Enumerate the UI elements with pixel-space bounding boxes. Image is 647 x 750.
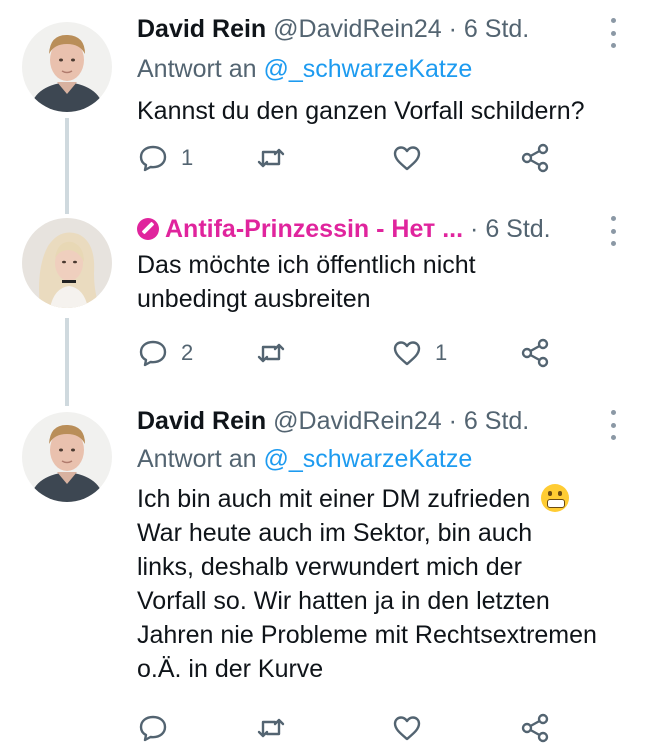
reply-icon [139, 715, 167, 742]
retweet-icon [257, 343, 285, 363]
timestamp[interactable]: 6 Std. [485, 215, 550, 243]
like-button[interactable] [391, 710, 435, 746]
heart-icon [393, 341, 421, 366]
avatar[interactable] [22, 22, 112, 112]
avatar[interactable] [22, 218, 112, 308]
reply-to-handle[interactable]: @_schwarzeKatze [263, 55, 472, 83]
share-button[interactable] [519, 335, 551, 371]
timestamp[interactable]: 6 Std. [464, 15, 529, 43]
reply-button[interactable] [137, 710, 181, 746]
tweet-text-line: Vorfall so. Wir hatten ja in den letzten [137, 587, 550, 615]
share-icon [521, 713, 549, 743]
separator-dot: · [470, 215, 479, 243]
action-bar: 1 [137, 140, 567, 176]
reply-count: 2 [181, 340, 194, 365]
tweet-header: David Rein @DavidRein24 · 6 Std. [137, 14, 617, 44]
timestamp[interactable]: 6 Std. [464, 407, 529, 435]
pencil-icon [137, 218, 159, 240]
reply-context: Antwort an @_schwarzeKatze [137, 444, 617, 474]
share-button[interactable] [519, 710, 551, 746]
share-icon [521, 338, 549, 368]
reply-button[interactable]: 1 [137, 140, 193, 176]
like-button[interactable] [391, 140, 435, 176]
retweet-button[interactable] [255, 140, 299, 176]
heart-icon [393, 146, 421, 171]
reply-context: Antwort an @_schwarzeKatze [137, 54, 617, 84]
retweet-button[interactable] [255, 710, 299, 746]
tweet-text-line: Jahren nie Probleme mit Rechtsextremen [137, 621, 597, 649]
display-name[interactable]: David Rein [137, 407, 266, 435]
reply-prefix: Antwort an [137, 445, 257, 473]
tweet-text-line: unbedingt ausbreiten [137, 285, 371, 313]
retweet-icon [257, 148, 285, 168]
reply-button[interactable]: 2 [137, 335, 193, 371]
heart-icon [393, 716, 421, 741]
retweet-button[interactable] [255, 335, 299, 371]
share-icon [521, 143, 549, 173]
tweet-header: David Rein @DavidRein24 · 6 Std. [137, 406, 617, 436]
tweet[interactable]: David Rein @DavidRein24 · 6 Std. Antwort… [0, 0, 647, 200]
tweet[interactable]: Antifa-Prinzessin - Нет ... · 6 Std. Das… [0, 200, 647, 398]
like-count: 1 [435, 340, 448, 365]
tweet-text-line: links, deshalb verwundert mich der [137, 553, 522, 581]
grimacing-face-emoji [541, 484, 570, 512]
action-bar [137, 710, 567, 746]
tweet[interactable]: David Rein @DavidRein24 · 6 Std. Antwort… [0, 398, 647, 750]
action-bar: 2 1 [137, 335, 567, 371]
tweet-text-line: War heute auch im Sektor, bin auch [137, 519, 533, 547]
tweet-text: Ich bin auch mit einer DM zufrieden War … [137, 482, 617, 686]
retweet-icon [257, 718, 285, 738]
tweet-text-line: Das möchte ich öffentlich nicht [137, 251, 476, 279]
user-handle[interactable]: @DavidRein24 [273, 15, 442, 43]
separator-dot: · [448, 15, 457, 43]
display-name[interactable]: David Rein [137, 15, 266, 43]
avatar[interactable] [22, 412, 112, 502]
tweet-text-line: Ich bin auch mit einer DM zufrieden [137, 485, 531, 513]
like-button[interactable]: 1 [391, 335, 447, 371]
tweet-text: Kannst du den ganzen Vorfall schildern? [137, 97, 585, 125]
reply-icon [139, 340, 167, 367]
tweet-text-line: o.Ä. in der Kurve [137, 655, 324, 683]
reply-count: 1 [181, 145, 194, 170]
reply-prefix: Antwort an [137, 55, 257, 83]
display-name[interactable]: Antifa-Prinzessin - Нет ... [165, 215, 463, 243]
share-button[interactable] [519, 140, 551, 176]
reply-icon [139, 145, 167, 172]
reply-to-handle[interactable]: @_schwarzeKatze [263, 445, 472, 473]
tweet-text: Das möchte ich öffentlich nicht unbeding… [137, 248, 617, 316]
separator-dot: · [448, 407, 457, 435]
user-handle[interactable]: @DavidRein24 [273, 407, 442, 435]
tweet-header: Antifa-Prinzessin - Нет ... · 6 Std. [137, 214, 617, 244]
